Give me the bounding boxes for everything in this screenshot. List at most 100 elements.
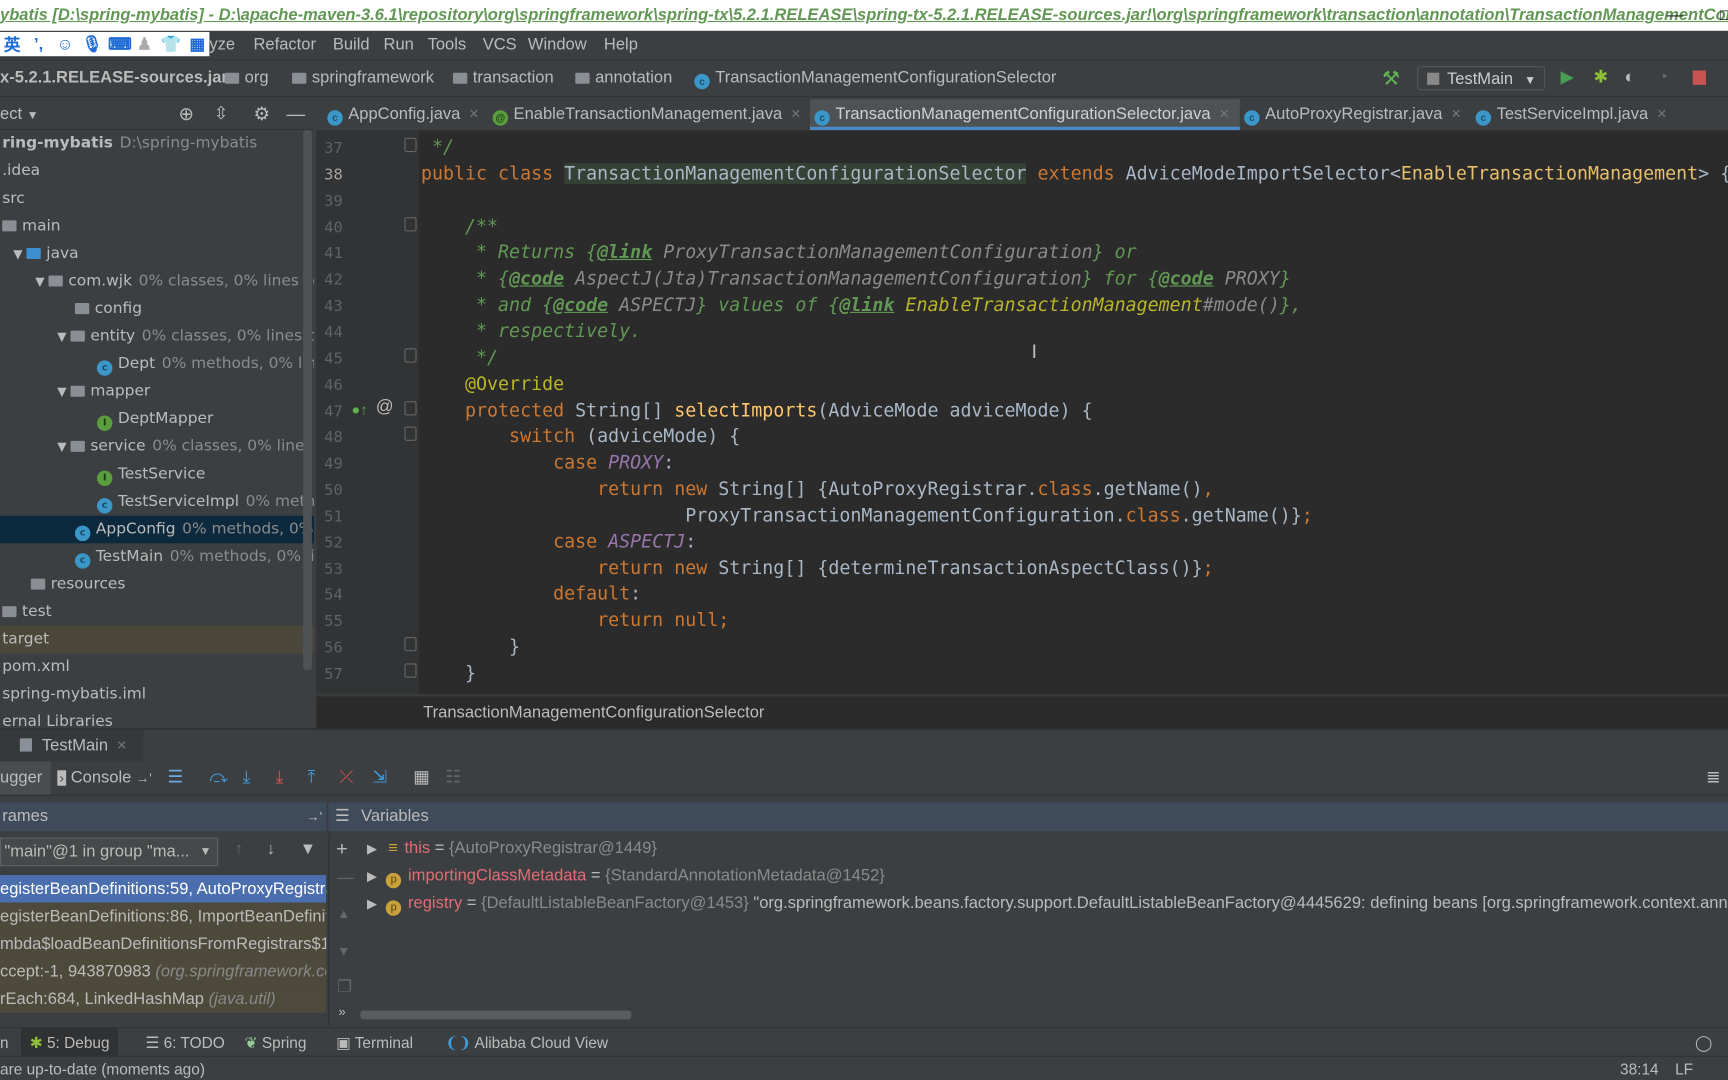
skin-icon[interactable]: 👕 xyxy=(161,34,182,54)
user-icon[interactable]: ♟ xyxy=(134,34,154,54)
tree-item[interactable]: ▼ mapper xyxy=(0,378,314,406)
tab-debugger[interactable]: ugger xyxy=(0,761,51,795)
tool-tab-debug[interactable]: ✱ 5: Debug xyxy=(20,1028,119,1057)
menu-analyze[interactable]: yze xyxy=(209,31,235,59)
editor-breadcrumb-class[interactable]: TransactionManagementConfigurationSelect… xyxy=(423,703,764,722)
stack-frame[interactable]: egisterBeanDefinitions:59, AutoProxyRegi… xyxy=(0,875,327,903)
tab-console[interactable]: › Console →' xyxy=(57,762,152,795)
tree-item[interactable]: cTestServiceImpl0% metho xyxy=(0,488,314,516)
more-icon[interactable]: » xyxy=(338,1004,345,1019)
tree-item[interactable]: ▼ service 0% classes, 0% lines co xyxy=(0,433,314,461)
fold-marker-icon[interactable] xyxy=(404,663,417,678)
move-up-icon[interactable]: ▲ xyxy=(337,906,350,921)
hide-panel-icon[interactable]: — xyxy=(287,99,306,129)
expand-arrow-icon[interactable]: ▼ xyxy=(57,323,70,351)
breadcrumb-class[interactable]: c TransactionManagementConfigurationSelec… xyxy=(694,61,1056,96)
copy-icon[interactable]: ❐ xyxy=(337,976,352,997)
editor-tab[interactable]: @ EnableTransactionManagement.java × xyxy=(488,99,810,130)
tree-item[interactable]: I TestService xyxy=(0,461,314,489)
evaluate-expression-icon[interactable]: ▦ xyxy=(413,762,430,795)
tree-item[interactable]: test xyxy=(0,598,314,626)
chinese-input-icon[interactable]: 英 xyxy=(2,33,22,56)
close-tab-icon[interactable]: × xyxy=(1657,105,1667,124)
fold-marker-icon[interactable] xyxy=(404,400,417,415)
add-watch-icon[interactable]: + xyxy=(336,838,348,861)
annotation-gutter-icon[interactable]: @ xyxy=(376,397,394,417)
fold-marker-icon[interactable] xyxy=(404,348,417,363)
collapse-all-icon[interactable]: ⇳ xyxy=(214,99,229,129)
breadcrumb-jar[interactable]: x-5.2.1.RELEASE-sources.jar xyxy=(0,61,228,96)
expand-arrow-icon[interactable]: ▼ xyxy=(35,268,48,296)
stack-frame[interactable]: egisterBeanDefinitions:86, ImportBeanDef… xyxy=(0,902,327,931)
tree-item[interactable]: target xyxy=(0,625,315,654)
trace-icon[interactable]: ☷ xyxy=(445,762,461,795)
tool-tab-run[interactable]: n xyxy=(0,1028,9,1057)
editor-tab[interactable]: c TransactionManagementConfigurationSelec… xyxy=(809,99,1240,131)
tab-testmain[interactable]: TestMain × xyxy=(0,729,144,762)
minimize-button[interactable]: — xyxy=(1653,0,1697,31)
tree-item[interactable]: resources xyxy=(0,571,314,599)
line-separator[interactable]: LF xyxy=(1675,1057,1693,1080)
tree-item[interactable]: ernal Libraries xyxy=(0,709,314,727)
fold-marker-icon[interactable] xyxy=(404,637,417,652)
close-tab-icon[interactable]: × xyxy=(469,105,479,124)
menu-tools[interactable]: Tools xyxy=(428,31,467,59)
coverage-icon[interactable]: ◐ xyxy=(1624,61,1635,96)
previous-frame-icon[interactable]: ↑ xyxy=(235,840,243,859)
tree-item[interactable]: cDept 0% methods, 0% lines xyxy=(0,350,314,378)
caret-position[interactable]: 38:14 xyxy=(1620,1057,1659,1080)
tool-tab-spring[interactable]: ❦ Spring xyxy=(245,1028,307,1057)
layout-icon[interactable]: ≣ xyxy=(1706,762,1721,795)
expand-arrow-icon[interactable]: ▼ xyxy=(57,433,70,461)
close-tab-icon[interactable]: × xyxy=(791,105,801,124)
expand-arrow-icon[interactable]: ▶ xyxy=(367,841,377,856)
breadcrumb-org[interactable]: org xyxy=(224,61,269,96)
tree-item[interactable]: config xyxy=(0,295,314,323)
breadcrumb-annotation[interactable]: annotation xyxy=(575,61,672,96)
filter-icon[interactable]: ▼ xyxy=(300,840,316,859)
tree-item[interactable]: cTestMain 0% methods, 0% line xyxy=(0,543,314,571)
run-configuration-dropdown[interactable]: TestMain ▼ xyxy=(1417,66,1546,91)
tree-item[interactable]: I DeptMapper xyxy=(0,406,314,434)
punctuation-icon[interactable]: ’, xyxy=(29,35,49,54)
stack-frame[interactable]: mbda$loadBeanDefinitionsFromRegistrars$1 xyxy=(0,930,327,958)
tree-item[interactable]: ▼ entity 0% classes, 0% lines cov xyxy=(0,323,314,351)
locate-icon[interactable]: ⊕ xyxy=(179,99,195,129)
variables-scrollbar[interactable] xyxy=(360,1010,632,1020)
editor-tab[interactable]: c AutoProxyRegistrar.java × xyxy=(1240,99,1471,130)
run-icon[interactable]: ▶ xyxy=(1560,61,1574,96)
force-step-into-icon[interactable]: ⤓ xyxy=(276,762,284,795)
stack-frame[interactable]: rEach:684, LinkedHashMap (java.util) xyxy=(0,985,327,1013)
drop-frame-icon[interactable]: ⤫ xyxy=(339,762,353,795)
debug-bug-icon[interactable]: ✱ xyxy=(1594,61,1609,96)
tree-item[interactable]: ▼ com.wjk 0% classes, 0% lines cove xyxy=(0,268,314,296)
tree-item[interactable]: ▼ java xyxy=(0,240,314,268)
editor-tab[interactable]: c TestServiceImpl.java × xyxy=(1471,99,1680,130)
menu-refactor[interactable]: Refactor xyxy=(253,31,315,59)
project-view-dropdown[interactable]: ect ▼ xyxy=(0,99,39,131)
editor-tab[interactable]: c AppConfig.java × xyxy=(323,99,488,130)
gear-icon[interactable]: ⚙ xyxy=(253,99,270,129)
build-hammer-icon[interactable]: ⚒ xyxy=(1382,61,1400,96)
fold-marker-icon[interactable] xyxy=(404,426,417,442)
expand-arrow-icon[interactable]: ▶ xyxy=(367,868,377,883)
tree-item[interactable]: ring-mybatis D:\spring-mybatis xyxy=(0,130,314,158)
microphone-icon[interactable]: 🎙 xyxy=(82,34,103,54)
keyboard-icon[interactable]: ⌨ xyxy=(108,34,132,54)
pin-icon[interactable]: →' xyxy=(306,802,322,831)
thread-dropdown[interactable]: "main"@1 in group "ma... ▼ xyxy=(0,837,219,867)
step-into-icon[interactable]: ⤓ xyxy=(242,762,250,795)
menu-window[interactable]: Window xyxy=(528,31,587,59)
next-frame-icon[interactable]: ↓ xyxy=(267,840,275,859)
expand-arrow-icon[interactable]: ▶ xyxy=(367,896,377,911)
tool-tab-todo[interactable]: ☰ 6: TODO xyxy=(145,1028,224,1057)
variable-row[interactable]: ▶ p registry = {DefaultListableBeanFactory… xyxy=(367,889,1728,917)
tree-item[interactable]: main xyxy=(0,213,314,241)
close-icon[interactable]: × xyxy=(117,730,127,762)
variable-row[interactable]: ▶ p importingClassMetadata = {StandardAnno… xyxy=(367,862,885,890)
menu-build[interactable]: Build xyxy=(333,31,370,59)
frames-list-icon[interactable]: ☰ xyxy=(168,762,184,795)
close-tab-icon[interactable]: × xyxy=(1219,105,1229,124)
close-tab-icon[interactable]: × xyxy=(1451,105,1461,124)
step-out-icon[interactable]: ⤒ xyxy=(307,762,315,795)
